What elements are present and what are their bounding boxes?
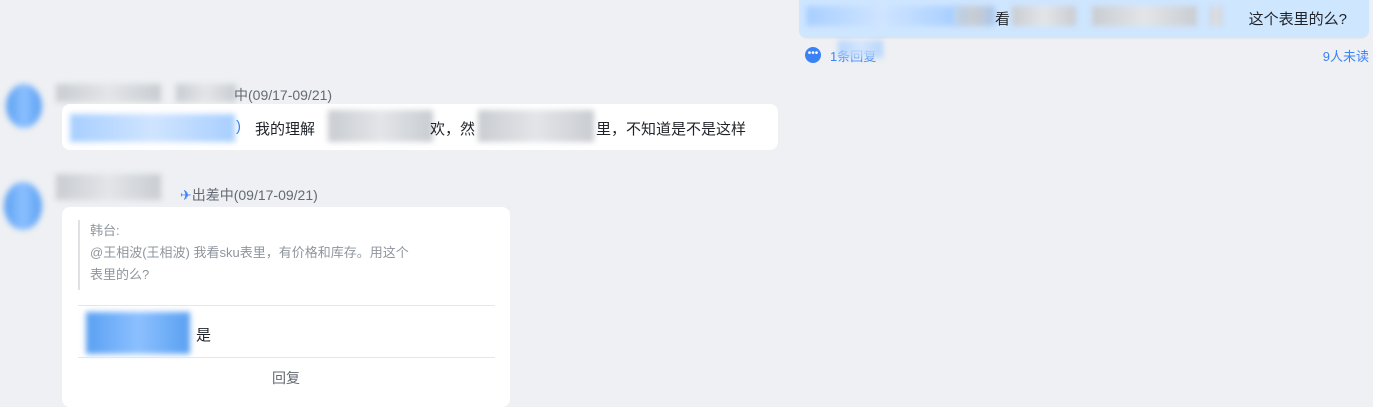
quote-line: @王相波(王相波) 我看sku表里，有价格和库存。用这个 bbox=[90, 245, 409, 260]
redacted-text bbox=[1210, 6, 1222, 26]
redacted-sender-name bbox=[176, 84, 236, 102]
mention-close-paren: ) bbox=[236, 118, 241, 135]
redacted-text bbox=[1092, 6, 1197, 26]
message-text: 我的理解 bbox=[255, 121, 316, 138]
message-text: 欢，然 bbox=[430, 121, 476, 138]
plane-icon: ✈ bbox=[180, 187, 192, 203]
redacted-mention bbox=[70, 114, 235, 142]
avatar[interactable] bbox=[4, 182, 42, 230]
redacted-text bbox=[328, 110, 433, 142]
quote-author: 韩台: bbox=[90, 223, 120, 238]
redacted-text bbox=[955, 6, 995, 26]
divider bbox=[78, 357, 495, 358]
own-message-text-prefix: 看 bbox=[995, 11, 1011, 28]
message-text: 里，不知道是不是这样 bbox=[596, 121, 747, 138]
sender-status: ✈出差中(09/17-09/21) bbox=[180, 187, 318, 203]
quote-line: 表里的么? bbox=[90, 267, 150, 282]
quoted-message: 韩台: @王相波(王相波) 我看sku表里，有价格和库存。用这个 表里的么? bbox=[78, 220, 500, 290]
redacted-mention bbox=[86, 312, 190, 354]
redacted-text bbox=[1012, 6, 1076, 26]
redacted-text bbox=[838, 40, 883, 58]
own-message-text-suffix: 这个表里的么? bbox=[1248, 11, 1347, 28]
reply-text: 是 bbox=[196, 327, 212, 344]
redacted-mention bbox=[806, 6, 956, 26]
reply-button[interactable]: 回复 bbox=[62, 368, 510, 388]
redacted-sender-name bbox=[56, 174, 161, 200]
unread-count[interactable]: 9人未读 bbox=[1323, 46, 1369, 65]
avatar[interactable] bbox=[6, 84, 42, 128]
divider bbox=[78, 305, 495, 306]
redacted-text bbox=[478, 110, 594, 142]
sender-status: 中(09/17-09/21) bbox=[234, 87, 333, 103]
thread-reply-icon[interactable]: ••• bbox=[805, 47, 821, 63]
redacted-sender-name bbox=[56, 84, 161, 102]
